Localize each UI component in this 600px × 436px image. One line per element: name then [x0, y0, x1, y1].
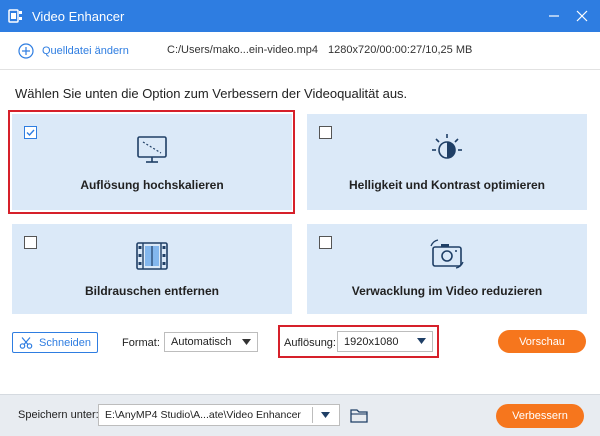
plus-circle-icon [18, 42, 34, 59]
window-title: Video Enhancer [32, 8, 125, 24]
save-path-value: E:\AnyMP4 Studio\A...ate\Video Enhancer [105, 409, 301, 421]
noise-checkbox[interactable] [24, 236, 37, 249]
option-label: Helligkeit und Kontrast optimieren [348, 178, 546, 192]
camera-shake-icon [430, 239, 464, 269]
cut-label: Schneiden [39, 336, 91, 349]
option-brightness-contrast[interactable]: Helligkeit und Kontrast optimieren [307, 114, 587, 210]
file-path: C:/Users/mako...ein-video.mp4 [167, 44, 318, 56]
open-folder-button[interactable] [348, 404, 370, 426]
format-select[interactable]: Automatisch [164, 332, 258, 352]
minimize-icon [549, 15, 559, 17]
save-path-divider [312, 407, 313, 423]
resolution-label: Auflösung: [284, 337, 336, 349]
brightness-icon [432, 134, 462, 159]
close-button[interactable] [572, 6, 592, 26]
brightness-checkbox[interactable] [319, 126, 332, 139]
instruction-text: Wählen Sie unten die Option zum Verbesse… [15, 86, 408, 101]
folder-icon [350, 408, 368, 423]
film-noise-icon [136, 242, 168, 270]
file-meta: 1280x720/00:00:27/10,25 MB [328, 44, 473, 56]
enhance-button[interactable]: Verbessern [496, 404, 584, 428]
resolution-value: 1920x1080 [344, 335, 399, 348]
change-source-button[interactable]: Quelldatei ändern [18, 42, 129, 59]
resolution-select[interactable]: 1920x1080 [337, 331, 433, 352]
shake-checkbox[interactable] [319, 236, 332, 249]
preview-button[interactable]: Vorschau [498, 330, 586, 353]
save-path-select[interactable]: E:\AnyMP4 Studio\A...ate\Video Enhancer [98, 404, 340, 426]
app-logo-icon [8, 9, 22, 23]
source-bar: Quelldatei ändern C:/Users/mako...ein-vi… [0, 32, 600, 70]
title-bar: Video Enhancer [0, 0, 600, 32]
chevron-down-icon [242, 339, 251, 345]
minimize-button[interactable] [544, 6, 564, 26]
option-reduce-shake[interactable]: Verwacklung im Video reduzieren [307, 224, 587, 314]
change-source-label: Quelldatei ändern [42, 44, 129, 57]
upscale-checkbox[interactable] [24, 126, 37, 139]
chevron-down-icon [321, 412, 330, 418]
format-label: Format: [122, 337, 160, 349]
close-icon [576, 10, 588, 22]
option-label: Auflösung hochskalieren [80, 178, 224, 192]
monitor-upscale-icon [137, 136, 167, 163]
format-value: Automatisch [171, 336, 232, 348]
save-to-label: Speichern unter: [18, 409, 99, 421]
option-label: Bildrauschen entfernen [84, 284, 220, 298]
footer-bar: Speichern unter: E:\AnyMP4 Studio\A...at… [0, 394, 600, 436]
chevron-down-icon [417, 338, 426, 344]
option-label: Verwacklung im Video reduzieren [351, 284, 543, 298]
cut-button[interactable]: Schneiden [12, 332, 98, 353]
option-upscale-resolution[interactable]: Auflösung hochskalieren [12, 114, 292, 210]
scissors-icon [19, 336, 33, 349]
option-remove-noise[interactable]: Bildrauschen entfernen [12, 224, 292, 314]
check-icon [26, 129, 35, 137]
